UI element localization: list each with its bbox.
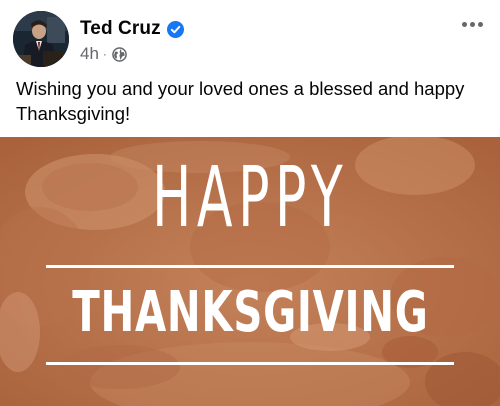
avatar[interactable]	[13, 11, 69, 67]
more-dot	[461, 21, 467, 27]
image-subheadline: THANKSGIVING	[71, 280, 429, 345]
more-dot	[469, 21, 475, 27]
post-timestamp[interactable]: 4h	[80, 44, 99, 64]
post-header: Ted Cruz 4h ·	[0, 0, 500, 70]
more-options-icon[interactable]	[456, 12, 488, 36]
meta-separator: ·	[102, 47, 107, 61]
divider-line-bottom	[46, 362, 454, 365]
image-subheadline-wrap: THANKSGIVING	[0, 278, 500, 348]
divider-line-top	[46, 265, 454, 268]
author-row: Ted Cruz	[80, 16, 184, 42]
image-headline-wrap: HAPPY	[0, 152, 500, 242]
post-text: Wishing you and your loved ones a blesse…	[16, 78, 465, 124]
author-name[interactable]: Ted Cruz	[80, 18, 161, 40]
more-dot	[477, 21, 483, 27]
avatar-photo	[13, 11, 69, 67]
post-meta: 4h ·	[80, 44, 127, 64]
verified-badge-icon	[166, 20, 184, 38]
facebook-post: Ted Cruz 4h · Wishing you and your loved…	[0, 0, 500, 406]
image-headline: HAPPY	[151, 148, 349, 246]
globe-icon[interactable]	[112, 46, 127, 62]
